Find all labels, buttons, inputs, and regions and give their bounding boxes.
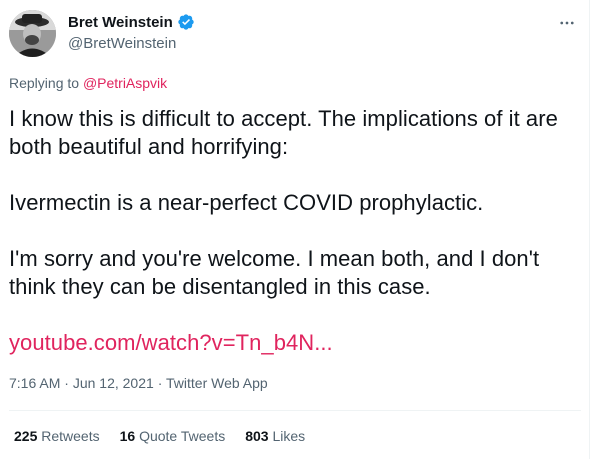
tweet-link[interactable]: youtube.com/watch?v=Tn_b4N... <box>9 330 333 355</box>
replying-to: Replying to @PetriAspvik <box>9 75 167 91</box>
author-handle[interactable]: @BretWeinstein <box>68 35 176 52</box>
tweet-text: I know this is difficult to accept. The … <box>9 105 581 357</box>
reply-mention-link[interactable]: @PetriAspvik <box>83 75 167 91</box>
retweets-count: 225 <box>14 428 38 444</box>
tweet-source[interactable]: Twitter Web App <box>166 375 268 391</box>
quote-tweets-stat[interactable]: 16 Quote Tweets <box>120 428 226 444</box>
verified-badge-icon <box>177 13 195 31</box>
quote-tweets-count: 16 <box>119 428 136 444</box>
quote-tweets-label: Quote Tweets <box>139 428 226 444</box>
tweet-card: Bret Weinstein @BretWeinstein Replying t… <box>0 0 590 459</box>
tweet-paragraph: I know this is difficult to accept. The … <box>9 106 558 159</box>
tweet-paragraph: Ivermectin is a near-perfect COVID proph… <box>9 190 484 215</box>
avatar-image <box>9 10 56 57</box>
likes-count: 803 <box>245 428 269 444</box>
author-name[interactable]: Bret Weinstein <box>68 14 173 31</box>
replying-to-label: Replying to <box>9 75 80 91</box>
tweet-stats: 225 Retweets 16 Quote Tweets 803 Likes <box>14 428 305 444</box>
avatar[interactable] <box>9 10 56 57</box>
divider <box>9 410 581 411</box>
likes-stat[interactable]: 803 Likes <box>245 428 305 444</box>
likes-label: Likes <box>272 428 306 444</box>
more-options-button[interactable] <box>552 8 582 38</box>
retweets-label: Retweets <box>41 428 100 444</box>
tweet-time[interactable]: 7:16 AM <box>9 375 60 391</box>
tweet-meta: 7:16 AM · Jun 12, 2021 · Twitter Web App <box>9 375 268 391</box>
meta-separator: · <box>157 375 163 391</box>
tweet-date[interactable]: Jun 12, 2021 <box>73 375 154 391</box>
retweets-stat[interactable]: 225 Retweets <box>14 428 100 444</box>
tweet-paragraph: I'm sorry and you're welcome. I mean bot… <box>9 246 540 299</box>
more-icon <box>560 21 574 25</box>
meta-separator: · <box>64 375 69 391</box>
author-name-row: Bret Weinstein <box>68 13 195 31</box>
